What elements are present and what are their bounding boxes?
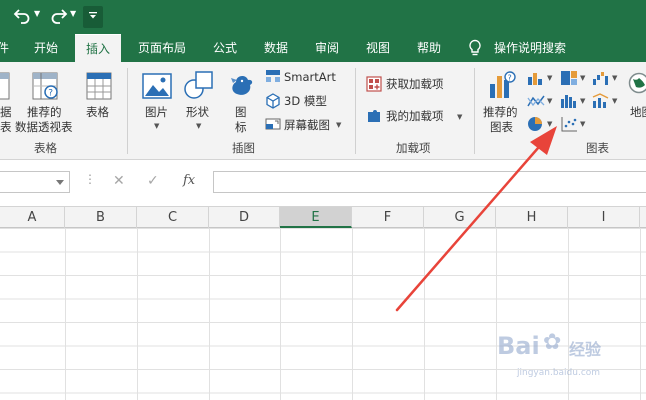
watermark-url: jingyan.baidu.com: [517, 368, 601, 378]
watermark-brand: Bai: [497, 332, 540, 360]
watermark-paw-icon: ✿: [543, 330, 562, 355]
watermark: Bai ✿ 经验 jingyan.baidu.com: [497, 330, 646, 390]
watermark-suffix: 经验: [569, 340, 602, 359]
